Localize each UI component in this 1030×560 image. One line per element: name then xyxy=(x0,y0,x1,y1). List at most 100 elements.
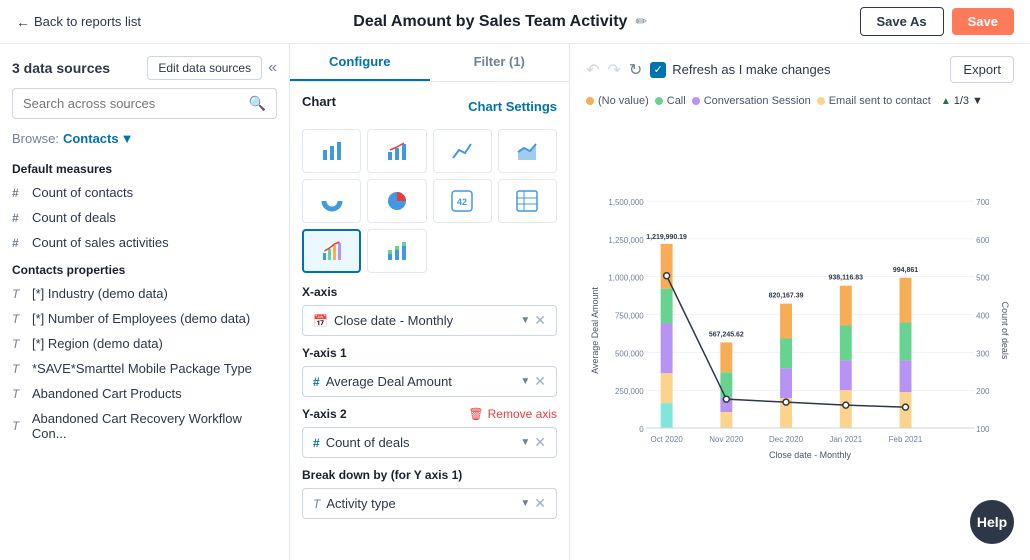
svg-text:600: 600 xyxy=(976,236,990,245)
check-mark-icon: ✓ xyxy=(654,63,663,76)
svg-text:Jan 2021: Jan 2021 xyxy=(829,435,862,444)
breakdown-select[interactable]: T Activity type ▼ ✕ xyxy=(302,488,557,519)
list-item[interactable]: T [*] Region (demo data) xyxy=(0,331,289,356)
browse-label: Browse: xyxy=(12,131,59,146)
search-input[interactable] xyxy=(23,96,249,111)
chart-area: Average Deal Amount Count of deals 0 250… xyxy=(586,113,1014,548)
export-button[interactable]: Export xyxy=(950,56,1014,83)
xaxis-select-icons: ▼ ✕ xyxy=(520,312,546,329)
browse-row: Browse: Contacts ▼ xyxy=(0,127,289,154)
chart-type-line-button[interactable] xyxy=(433,129,492,173)
svg-text:Dec 2020: Dec 2020 xyxy=(769,435,804,444)
help-button[interactable]: Help xyxy=(970,500,1014,544)
svg-text:750,000: 750,000 xyxy=(615,312,644,321)
browse-contacts-link[interactable]: Contacts ▼ xyxy=(63,131,134,146)
breakdown-clear-icon[interactable]: ✕ xyxy=(534,495,546,512)
bar-oct-email xyxy=(661,373,673,403)
legend-item-email: Email sent to contact xyxy=(817,95,931,107)
xaxis-chevron-icon: ▼ xyxy=(520,315,530,326)
yaxis2-label: Y-axis 2 xyxy=(302,407,347,421)
bar-nov-email xyxy=(720,412,732,428)
line-bar-chart-icon xyxy=(386,140,408,162)
browse-dropdown-icon: ▼ xyxy=(121,131,134,146)
save-as-button[interactable]: Save As xyxy=(860,7,944,36)
chart-type-donut-button[interactable] xyxy=(302,179,361,223)
configure-section: Chart Chart Settings xyxy=(290,82,569,531)
refresh-checkbox[interactable]: ✓ xyxy=(650,62,666,78)
svg-text:700: 700 xyxy=(976,198,990,207)
chart-type-table-button[interactable] xyxy=(498,179,557,223)
bar-feb-no-value xyxy=(900,278,912,323)
badge-chart-icon: 42 xyxy=(451,190,473,212)
pagination: ▲ 1/3 ▼ xyxy=(941,95,983,107)
page-down-icon[interactable]: ▼ xyxy=(972,95,983,107)
yaxis1-select[interactable]: # Average Deal Amount ▼ ✕ xyxy=(302,366,557,397)
svg-text:1,000,000: 1,000,000 xyxy=(608,274,644,283)
sources-title: 3 data sources xyxy=(12,60,110,76)
yaxis1-select-icons: ▼ ✕ xyxy=(520,373,546,390)
hash-icon: # xyxy=(12,236,24,250)
list-item[interactable]: T *SAVE*Smarttel Mobile Package Type xyxy=(0,356,289,381)
svg-text:500: 500 xyxy=(976,274,990,283)
xaxis-clear-icon[interactable]: ✕ xyxy=(534,312,546,329)
list-item[interactable]: T Abandoned Cart Recovery Workflow Con..… xyxy=(0,406,289,446)
xaxis-select[interactable]: 📅 Close date - Monthly ▼ ✕ xyxy=(302,305,557,336)
undo-icon[interactable]: ↶ xyxy=(586,60,599,80)
hash-icon: # xyxy=(12,186,24,200)
t-icon: T xyxy=(12,287,24,301)
list-item[interactable]: # Count of deals xyxy=(0,205,289,230)
back-link[interactable]: ← Back to reports list xyxy=(16,14,141,30)
svg-text:Close date - Monthly: Close date - Monthly xyxy=(769,450,851,460)
combo-chart-icon xyxy=(321,240,343,262)
breakdown-select-icons: ▼ ✕ xyxy=(520,495,546,512)
svg-text:400: 400 xyxy=(976,312,990,321)
edit-title-icon[interactable]: ✏ xyxy=(635,13,647,30)
legend-email-label: Email sent to contact xyxy=(829,95,931,107)
redo-icon[interactable]: ↷ xyxy=(607,60,620,80)
list-item[interactable]: # Count of contacts xyxy=(0,180,289,205)
collapse-sidebar-icon[interactable]: « xyxy=(268,59,277,77)
chart-type-combo-button[interactable] xyxy=(302,229,361,273)
yaxis2-clear-icon[interactable]: ✕ xyxy=(534,434,546,451)
bar-jan-call xyxy=(840,326,852,361)
legend: (No value) Call Conversation Session Ema… xyxy=(586,95,1014,107)
refresh-icon[interactable]: ↻ xyxy=(629,60,642,80)
svg-text:100: 100 xyxy=(976,425,990,434)
pie-chart-icon xyxy=(386,190,408,212)
property-label: Abandoned Cart Products xyxy=(32,386,182,401)
edit-sources-button[interactable]: Edit data sources xyxy=(147,56,262,80)
remove-axis-button[interactable]: 🗑 Remove axis xyxy=(468,407,557,421)
xaxis-label: X-axis xyxy=(302,285,557,299)
yaxis1-clear-icon[interactable]: ✕ xyxy=(534,373,546,390)
t-icon: T xyxy=(12,337,24,351)
breakdown-t-icon: T xyxy=(313,497,320,511)
legend-conversation-label: Conversation Session xyxy=(704,95,811,107)
list-item[interactable]: T Abandoned Cart Products xyxy=(0,381,289,406)
chart-type-pie-button[interactable] xyxy=(367,179,426,223)
yaxis2-select[interactable]: # Count of deals ▼ ✕ xyxy=(302,427,557,458)
header-center: Deal Amount by Sales Team Activity ✏ xyxy=(353,13,647,31)
svg-text:Nov 2020: Nov 2020 xyxy=(709,435,744,444)
bar-nov-no-value xyxy=(720,342,732,372)
chart-type-area-button[interactable] xyxy=(498,129,557,173)
list-item[interactable]: T [*] Number of Employees (demo data) xyxy=(0,306,289,331)
measure-label: Count of sales activities xyxy=(32,235,169,250)
bar-oct-call xyxy=(661,289,673,324)
back-label: Back to reports list xyxy=(34,14,141,29)
svg-text:200: 200 xyxy=(976,387,990,396)
chart-type-badge-button[interactable]: 42 xyxy=(433,179,492,223)
chart-type-bar-button[interactable] xyxy=(302,129,361,173)
chart-settings-link[interactable]: Chart Settings xyxy=(468,99,557,114)
svg-text:820,167.39: 820,167.39 xyxy=(769,293,804,300)
bar-oct-other xyxy=(661,403,673,428)
list-item[interactable]: T [*] Industry (demo data) xyxy=(0,281,289,306)
tab-filter[interactable]: Filter (1) xyxy=(430,44,570,81)
refresh-checkbox-label: ✓ Refresh as I make changes xyxy=(650,62,830,78)
list-item[interactable]: # Count of sales activities xyxy=(0,230,289,255)
tab-configure[interactable]: Configure xyxy=(290,44,430,81)
chart-type-line-bar-button[interactable] xyxy=(367,129,426,173)
save-button[interactable]: Save xyxy=(952,8,1014,35)
yaxis2-select-icons: ▼ ✕ xyxy=(520,434,546,451)
property-label: Abandoned Cart Recovery Workflow Con... xyxy=(32,411,277,441)
chart-type-stacked-button[interactable] xyxy=(367,229,426,273)
